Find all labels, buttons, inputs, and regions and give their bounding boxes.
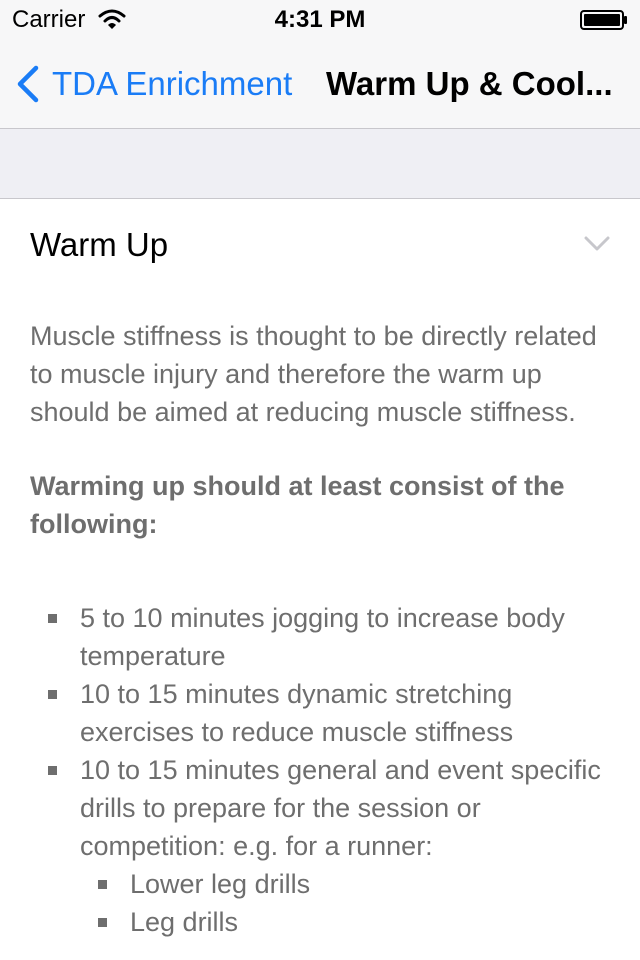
- clock-time: 4:31 PM: [274, 6, 366, 33]
- sublist-item-text: Lower leg drills: [130, 869, 311, 899]
- bullet-icon: [98, 918, 107, 927]
- sublist-item: Lower leg drills: [80, 865, 620, 903]
- bullet-icon: [48, 766, 57, 775]
- sublist-item-text: Leg drills: [130, 907, 239, 937]
- sublist-item: Leg drills: [80, 903, 620, 941]
- section-title: Warm Up: [30, 226, 169, 263]
- subheading: Warming up should at least consist of th…: [30, 471, 565, 539]
- screen: Carrier 4:31 PM TDA Enrichment Warm Up &…: [0, 0, 640, 960]
- list-item-text: 10 to 15 minutes dynamic stretching exer…: [80, 679, 514, 747]
- page-title: Warm Up & Cool...: [326, 65, 613, 102]
- list-item: 10 to 15 minutes general and event speci…: [30, 751, 620, 941]
- navigation-header: Carrier 4:31 PM TDA Enrichment Warm Up &…: [0, 0, 640, 129]
- chevron-left-icon: [17, 65, 39, 103]
- bullet-icon: [98, 880, 107, 889]
- bullet-icon: [48, 614, 57, 623]
- intro-paragraph: Muscle stiffness is thought to be direct…: [30, 321, 597, 427]
- bullet-icon: [48, 690, 57, 699]
- status-bar: Carrier 4:31 PM: [0, 0, 640, 40]
- list-item: 10 to 15 minutes dynamic stretching exer…: [30, 675, 620, 751]
- chevron-down-icon[interactable]: [584, 235, 610, 253]
- back-button[interactable]: TDA Enrichment: [14, 62, 292, 106]
- nav-bar: TDA Enrichment Warm Up & Cool...: [0, 40, 640, 128]
- back-button-label: TDA Enrichment: [52, 65, 293, 102]
- list-item-text: 5 to 10 minutes jogging to increase body…: [80, 603, 565, 671]
- warm-up-section-header[interactable]: Warm Up: [0, 199, 640, 291]
- list-item: 5 to 10 minutes jogging to increase body…: [30, 599, 620, 675]
- section-body: Muscle stiffness is thought to be direct…: [30, 317, 620, 941]
- battery-icon: [580, 10, 627, 30]
- content-area: Warm Up Muscle stiffness is thought to b…: [0, 199, 640, 960]
- drills-sublist: Lower leg drills Leg drills: [80, 865, 620, 941]
- warm-up-list: 5 to 10 minutes jogging to increase body…: [30, 599, 620, 941]
- section-separator-band: [0, 129, 640, 199]
- list-item-text: 10 to 15 minutes general and event speci…: [80, 755, 601, 861]
